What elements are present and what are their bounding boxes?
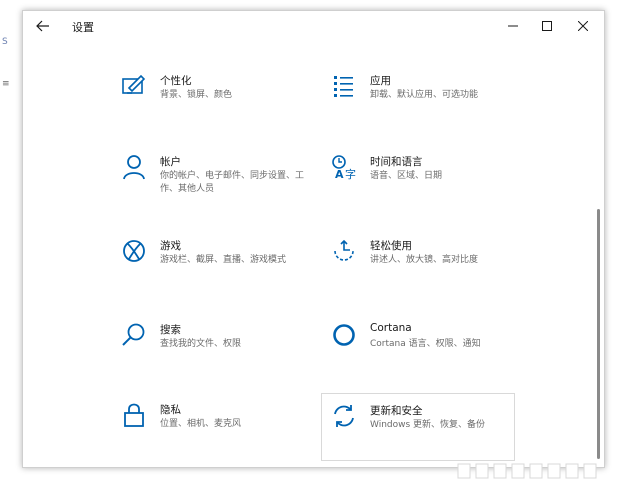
tile-title: 游戏 (160, 240, 181, 252)
tile-title: 应用 (370, 75, 391, 87)
edge-fragment-mark: S (2, 37, 8, 47)
search-icon (120, 321, 148, 349)
window-title: 设置 (72, 21, 94, 34)
tile-privacy[interactable]: 隐私 位置、相机、麦克风 (120, 401, 312, 467)
apps-list-icon (330, 72, 358, 100)
svg-text:字: 字 (345, 167, 356, 180)
settings-category-grid: 个性化 背景、锁屏、颜色 应用 卸载、默认应用、可选功能 帐户 你的帐户、电子邮… (23, 41, 593, 461)
tile-description: 位置、相机、麦克风 (160, 419, 242, 429)
close-button[interactable] (569, 15, 597, 37)
tile-personalization[interactable]: 个性化 背景、锁屏、颜色 (120, 72, 312, 138)
update-sync-icon (330, 402, 358, 430)
tile-description: Windows 更新、恢复、备份 (370, 420, 486, 430)
lock-icon (120, 401, 148, 429)
vertical-scrollbar[interactable] (597, 209, 600, 459)
maximize-icon (542, 21, 552, 31)
tile-ease-of-access[interactable]: 轻松使用 讲述人、放大镜、高对比度 (330, 237, 522, 303)
tile-description: 背景、锁屏、颜色 (160, 90, 233, 100)
tile-title: 搜索 (160, 324, 181, 336)
svg-text:A: A (335, 168, 344, 180)
tile-description: 游戏栏、截屏、直播、游戏模式 (160, 255, 287, 265)
minimize-icon (508, 25, 518, 27)
tile-title: 更新和安全 (370, 405, 423, 417)
tile-title: Cortana (370, 322, 412, 334)
tile-accounts[interactable]: 帐户 你的帐户、电子邮件、同步设置、工作、其他人员 (120, 153, 312, 219)
xbox-icon (120, 237, 148, 265)
back-button[interactable] (31, 15, 55, 37)
tile-update-security[interactable]: 更新和安全 Windows 更新、恢复、备份 (321, 393, 515, 461)
watermark-logo (457, 463, 597, 479)
settings-window: 设置 个性化 背景、锁屏、颜色 应用 卸载、默认应用、可选功能 帐户 你的帐户、… (22, 10, 605, 468)
tile-description: Cortana 语言、权限、通知 (370, 339, 481, 349)
back-arrow-icon (36, 20, 49, 32)
ease-of-access-icon (330, 237, 358, 265)
tile-description: 卸载、默认应用、可选功能 (370, 90, 479, 100)
tile-cortana[interactable]: Cortana Cortana 语言、权限、通知 (330, 321, 522, 387)
minimize-button[interactable] (499, 15, 527, 37)
cortana-icon (330, 321, 358, 349)
person-icon (120, 153, 148, 181)
tile-description: 讲述人、放大镜、高对比度 (370, 255, 479, 265)
close-icon (578, 21, 588, 31)
personalization-icon (120, 72, 148, 100)
edge-fragment-mark: ≡ (2, 79, 10, 89)
tile-title: 轻松使用 (370, 240, 412, 252)
time-language-icon: A 字 (330, 153, 358, 181)
tile-gaming[interactable]: 游戏 游戏栏、截屏、直播、游戏模式 (120, 237, 312, 303)
tile-apps[interactable]: 应用 卸载、默认应用、可选功能 (330, 72, 522, 138)
tile-title: 隐私 (160, 404, 181, 416)
tile-title: 个性化 (160, 75, 192, 87)
tile-description: 语音、区域、日期 (370, 171, 443, 181)
tile-search[interactable]: 搜索 查找我的文件、权限 (120, 321, 312, 387)
tile-title: 帐户 (160, 156, 181, 168)
tile-title: 时间和语言 (370, 156, 423, 168)
tile-description: 你的帐户、电子邮件、同步设置、工作、其他人员 (160, 171, 305, 194)
title-bar: 设置 (23, 11, 604, 41)
tile-time-language[interactable]: A 字 时间和语言 语音、区域、日期 (330, 153, 522, 219)
tile-description: 查找我的文件、权限 (160, 339, 242, 349)
maximize-button[interactable] (533, 15, 561, 37)
